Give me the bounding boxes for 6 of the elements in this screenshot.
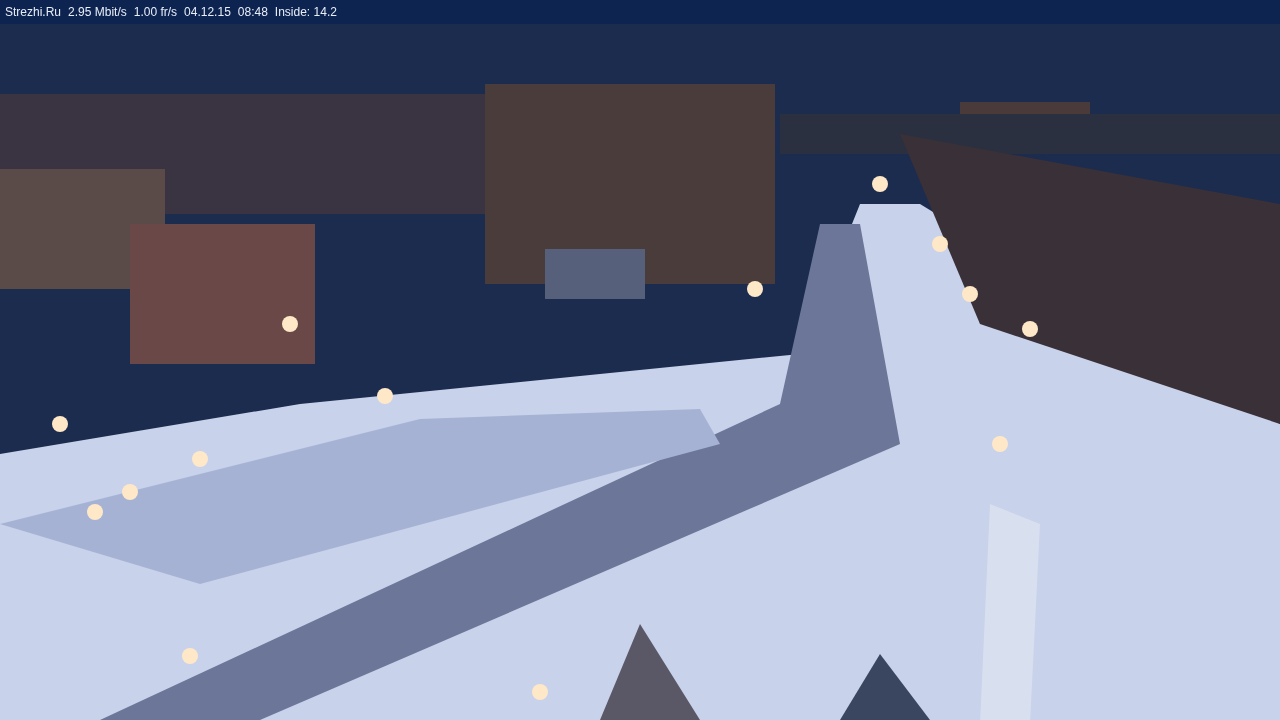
status-text: 08:48	[237, 5, 268, 19]
status-text: 2.95 Mbit/s	[68, 5, 127, 19]
status-text: 04.12.15	[184, 5, 231, 19]
status-text: 1.00 fr/s	[133, 5, 178, 19]
status-text: Strezhi.Ru	[5, 5, 62, 19]
status-text: Inside: 14.2	[274, 5, 337, 19]
